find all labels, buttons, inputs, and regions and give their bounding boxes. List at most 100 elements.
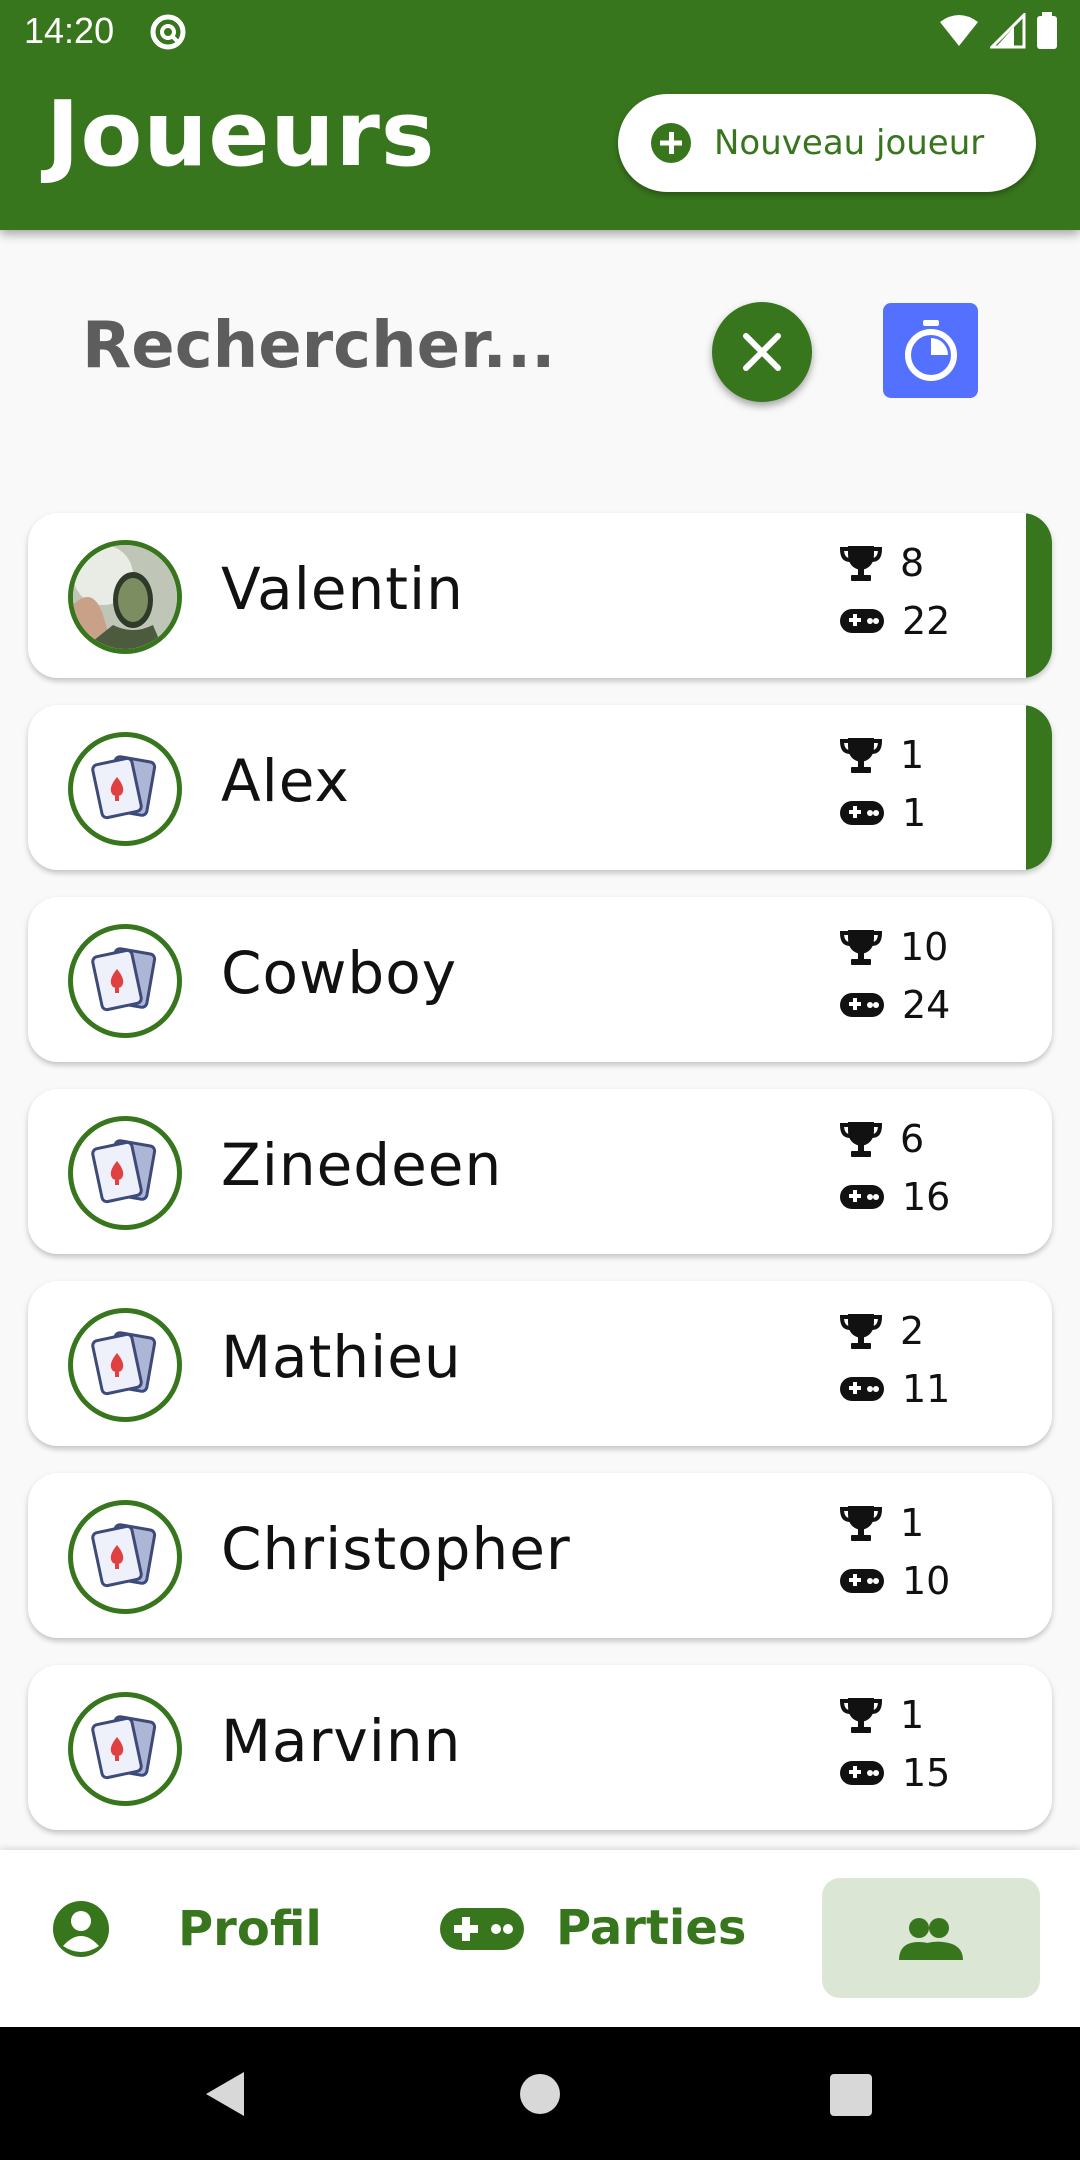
player-name: Zinedeen — [221, 1131, 503, 1199]
playing-cards-icon — [91, 1523, 157, 1588]
nav-item-players[interactable] — [822, 1878, 1040, 1998]
app-header: 14:20 Joueurs Nouveau joueur — [0, 0, 1080, 230]
games-count: 24 — [902, 983, 951, 1027]
nav-item-profile[interactable]: Profil — [52, 1900, 322, 1958]
player-name: Marvinn — [221, 1707, 462, 1775]
avatar — [68, 924, 182, 1038]
wins-stat: 8 — [840, 541, 924, 585]
at-sign-icon — [150, 14, 186, 50]
system-navigation-bar — [0, 2027, 1080, 2160]
games-stat: 11 — [840, 1367, 950, 1411]
plus-circle-icon — [651, 123, 691, 163]
player-card[interactable]: Mathieu 2 11 — [28, 1281, 1052, 1446]
avatar — [68, 1692, 182, 1806]
playing-cards-icon — [91, 1139, 157, 1204]
wins-count: 6 — [900, 1117, 925, 1161]
player-card[interactable]: Cowboy 10 24 — [28, 897, 1052, 1062]
wins-stat: 1 — [840, 733, 924, 777]
stopwatch-icon — [904, 319, 957, 381]
trophy-icon — [840, 930, 882, 965]
trophy-icon — [840, 1506, 882, 1541]
player-card[interactable]: Christopher 1 10 — [28, 1473, 1052, 1638]
new-player-label: Nouveau joueur — [714, 123, 985, 163]
status-time: 14:20 — [24, 10, 115, 51]
wins-count: 1 — [900, 1693, 925, 1737]
back-icon[interactable] — [204, 2070, 248, 2118]
games-count: 10 — [902, 1559, 951, 1603]
wins-stat: 10 — [840, 925, 948, 969]
wifi-icon — [940, 15, 978, 46]
home-icon[interactable] — [518, 2072, 562, 2116]
trophy-icon — [840, 1122, 882, 1157]
games-count: 16 — [902, 1175, 951, 1219]
clear-search-button[interactable] — [712, 302, 812, 402]
gamepad-icon — [440, 1908, 524, 1950]
close-icon — [743, 333, 781, 371]
bottom-navigation: Profil Parties — [0, 1850, 1080, 2027]
gamepad-icon — [840, 609, 884, 633]
gamepad-icon — [840, 1377, 884, 1401]
games-count: 15 — [902, 1751, 951, 1795]
gamepad-icon — [840, 1185, 884, 1209]
player-card[interactable]: Zinedeen 6 16 — [28, 1089, 1052, 1254]
games-stat: 24 — [840, 983, 950, 1027]
player-card[interactable]: Valentin 8 22 — [28, 513, 1052, 678]
avatar — [68, 540, 182, 654]
playing-cards-icon — [91, 755, 157, 820]
player-photo-icon — [73, 545, 177, 649]
games-count: 22 — [902, 599, 951, 643]
page-title: Joueurs — [46, 82, 436, 187]
status-icons — [938, 12, 1058, 50]
games-count: 1 — [902, 791, 927, 835]
player-name: Christopher — [221, 1515, 571, 1583]
recents-icon[interactable] — [830, 2074, 872, 2116]
player-name: Valentin — [221, 555, 464, 623]
avatar — [68, 1308, 182, 1422]
wins-stat: 1 — [840, 1693, 924, 1737]
player-card[interactable]: Marvinn 1 15 — [28, 1665, 1052, 1830]
playing-cards-icon — [91, 1331, 157, 1396]
gamepad-icon — [840, 993, 884, 1017]
nav-label-profile: Profil — [178, 1901, 322, 1957]
player-name: Alex — [221, 747, 350, 815]
avatar — [68, 732, 182, 846]
search-input[interactable] — [80, 290, 644, 402]
player-name: Cowboy — [221, 939, 458, 1007]
account-circle-icon — [53, 1901, 109, 1957]
wins-stat: 6 — [840, 1117, 924, 1161]
trophy-icon — [840, 738, 882, 773]
games-stat: 1 — [840, 791, 926, 835]
gamepad-icon — [840, 1761, 884, 1785]
games-stat: 16 — [840, 1175, 950, 1219]
trophy-icon — [840, 546, 882, 581]
wins-stat: 1 — [840, 1501, 924, 1545]
gamepad-icon — [840, 801, 884, 825]
group-icon — [899, 1918, 963, 1960]
wins-count: 8 — [900, 541, 925, 585]
playing-cards-icon — [91, 1715, 157, 1780]
battery-icon — [1037, 12, 1057, 49]
wins-count: 1 — [900, 733, 925, 777]
gamepad-icon — [840, 1569, 884, 1593]
trophy-icon — [840, 1698, 882, 1733]
timer-button[interactable] — [883, 303, 978, 398]
wins-stat: 2 — [840, 1309, 924, 1353]
nav-label-games: Parties — [556, 1900, 747, 1956]
player-list: Valentin 8 22 Alex 1 1 Cowboy 10 24 Zine… — [28, 513, 1052, 1857]
new-player-button[interactable]: Nouveau joueur — [618, 94, 1036, 192]
avatar — [68, 1116, 182, 1230]
wins-count: 1 — [900, 1501, 925, 1545]
wins-count: 2 — [900, 1309, 925, 1353]
games-stat: 15 — [840, 1751, 950, 1795]
signal-icon — [990, 13, 1026, 49]
games-count: 11 — [902, 1367, 951, 1411]
games-stat: 22 — [840, 599, 950, 643]
avatar — [68, 1500, 182, 1614]
player-card[interactable]: Alex 1 1 — [28, 705, 1052, 870]
playing-cards-icon — [91, 947, 157, 1012]
wins-count: 10 — [900, 925, 949, 969]
games-stat: 10 — [840, 1559, 950, 1603]
player-name: Mathieu — [221, 1323, 462, 1391]
trophy-icon — [840, 1314, 882, 1349]
nav-item-games[interactable]: Parties — [440, 1900, 746, 1956]
